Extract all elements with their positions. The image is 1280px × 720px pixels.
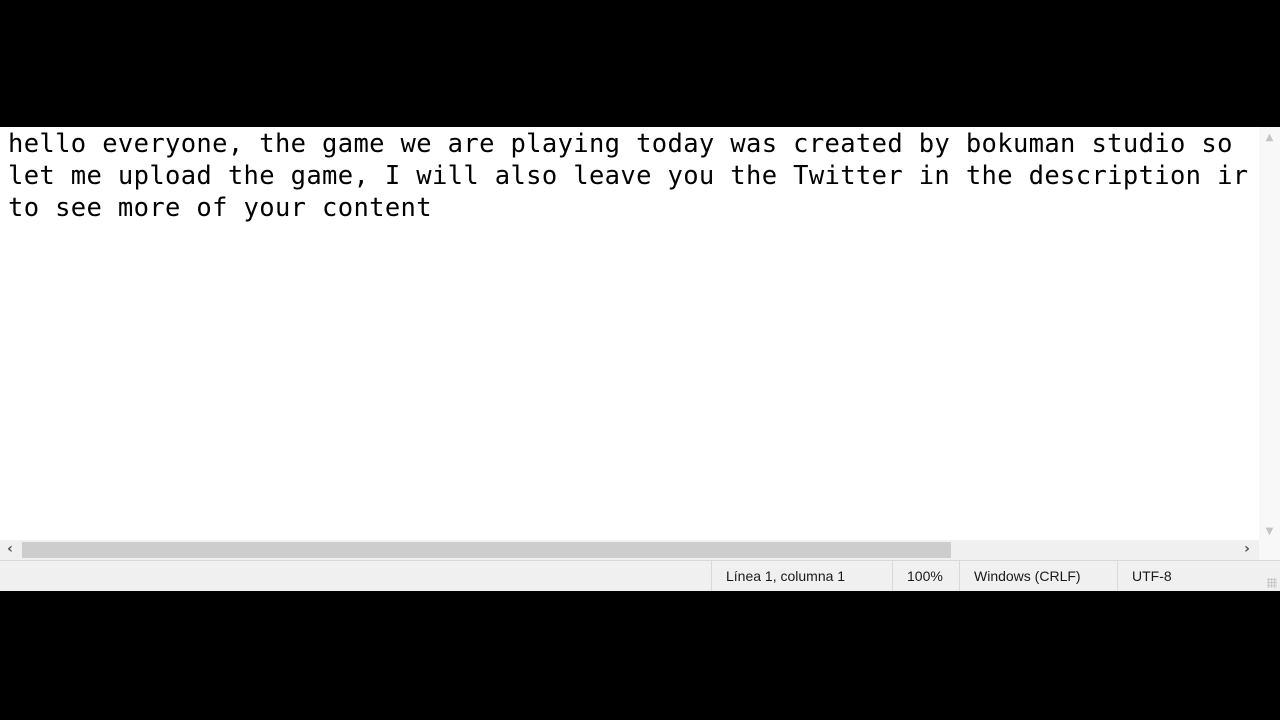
- horizontal-scroll-thumb[interactable]: [22, 542, 951, 558]
- text-editor-area[interactable]: hello everyone, the game we are playing …: [0, 127, 1259, 540]
- scrollbar-corner: [1259, 540, 1280, 560]
- encoding: UTF-8: [1117, 561, 1257, 591]
- scroll-up-icon[interactable]: ▲: [1259, 129, 1280, 146]
- resize-grip-icon[interactable]: [1267, 578, 1277, 588]
- text-line-3: to see more of your content: [8, 193, 432, 223]
- horizontal-scrollbar[interactable]: ‹ ›: [0, 540, 1259, 560]
- editor-text[interactable]: hello everyone, the game we are playing …: [8, 128, 1248, 224]
- cursor-position: Línea 1, columna 1: [711, 561, 892, 591]
- scroll-left-icon[interactable]: ‹: [0, 540, 20, 560]
- notepad-window: hello everyone, the game we are playing …: [0, 127, 1280, 591]
- horizontal-scroll-track[interactable]: [22, 542, 1237, 558]
- text-line-2: let me upload the game, I will also leav…: [8, 161, 1249, 191]
- line-ending: Windows (CRLF): [959, 561, 1117, 591]
- status-bar: Línea 1, columna 1 100% Windows (CRLF) U…: [0, 560, 1280, 591]
- text-line-1: hello everyone, the game we are playing …: [8, 129, 1233, 159]
- vertical-scrollbar[interactable]: ▲ ▼: [1259, 127, 1280, 540]
- zoom-level: 100%: [892, 561, 959, 591]
- scroll-down-icon[interactable]: ▼: [1259, 523, 1280, 540]
- scroll-right-icon[interactable]: ›: [1237, 540, 1257, 560]
